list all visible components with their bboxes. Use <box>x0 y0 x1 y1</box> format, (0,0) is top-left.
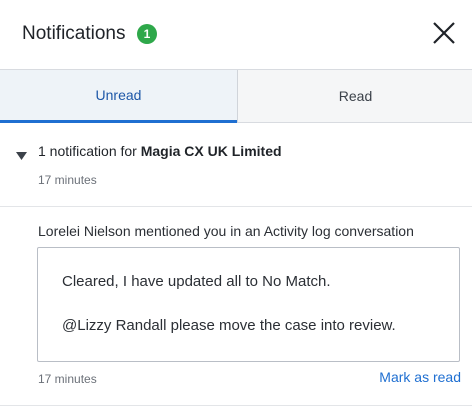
page-title: Notifications <box>22 23 126 44</box>
notification-count-badge: 1 <box>137 24 157 44</box>
group-timestamp: 17 minutes <box>38 173 97 187</box>
close-icon <box>433 22 455 44</box>
notification-timestamp: 17 minutes <box>38 372 97 386</box>
notification-group: 1 notification for Magia CX UK Limited 1… <box>0 123 472 207</box>
tab-read[interactable]: Read <box>237 70 472 123</box>
group-company: Magia CX UK Limited <box>140 143 282 159</box>
close-button[interactable] <box>430 19 458 47</box>
caret-down-icon <box>16 152 27 160</box>
quote-line-1: Cleared, I have updated all to No Match. <box>62 273 331 290</box>
notification-item: Lorelei Nielson mentioned you in an Acti… <box>0 207 472 406</box>
collapse-group-toggle[interactable] <box>16 147 27 160</box>
quote-line-2: @Lizzy Randall please move the case into… <box>62 317 396 334</box>
tab-unread[interactable]: Unread <box>0 70 237 123</box>
notification-quote: Cleared, I have updated all to No Match.… <box>37 247 460 362</box>
mark-as-read-link[interactable]: Mark as read <box>379 369 461 385</box>
notification-tabs: Unread Read <box>0 69 472 124</box>
notification-message: Lorelei Nielson mentioned you in an Acti… <box>38 223 414 239</box>
group-title: 1 notification for Magia CX UK Limited <box>38 143 282 159</box>
group-title-prefix: 1 notification for <box>38 143 141 159</box>
notifications-header: Notifications 1 <box>0 0 472 69</box>
